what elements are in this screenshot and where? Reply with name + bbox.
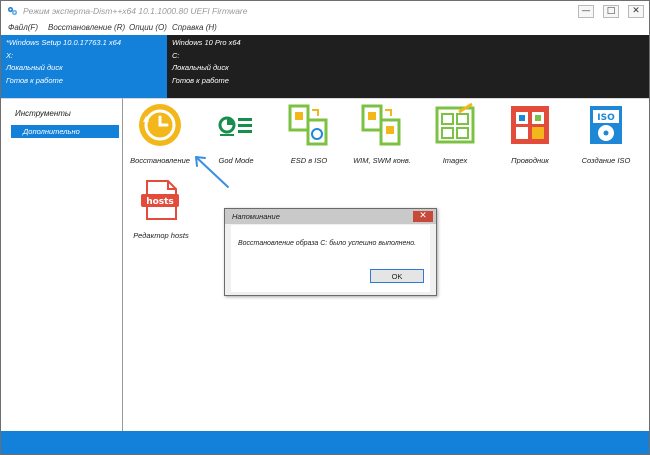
sidebar-header-tools[interactable]: Инструменты <box>15 109 71 118</box>
tool-label: ESD в ISO <box>290 156 328 165</box>
image-panel-win10[interactable]: Windows 10 Pro x64 C: Локальный диск Гот… <box>167 35 649 98</box>
main-window: Режим эксперта-Dism++x64 10.1.1000.80 UE… <box>0 0 650 455</box>
dialog-message: Восстановление образа C: было успешно вы… <box>238 240 417 247</box>
iso-icon-text: ISO <box>597 113 615 123</box>
dialog-title-bar[interactable]: Напоминание ✕ <box>225 209 436 224</box>
minimize-button[interactable]: — <box>578 5 594 18</box>
tool-label: Создание ISO <box>581 156 631 165</box>
dialog-body: Восстановление образа C: было успешно вы… <box>231 225 430 292</box>
dialog-close-button[interactable]: ✕ <box>413 211 433 222</box>
hosts-file-icon: hosts <box>141 180 179 220</box>
tool-label: Imagex <box>442 156 468 165</box>
tool-restore[interactable]: Восстановление <box>127 102 193 165</box>
menu-bar: Файл(F) Восстановление (R) Опции (O) Спр… <box>1 21 649 35</box>
tool-imagex[interactable]: Imagex <box>422 102 488 165</box>
close-button[interactable]: ✕ <box>628 5 644 18</box>
maximize-button[interactable]: □ <box>603 5 619 18</box>
menu-recovery[interactable]: Восстановление (R) <box>48 23 125 32</box>
image-type: Локальный диск <box>6 63 63 72</box>
title-bar[interactable]: Режим эксперта-Dism++x64 10.1.1000.80 UE… <box>1 1 649 21</box>
god-mode-icon <box>218 116 252 136</box>
tool-hosts-editor[interactable]: hosts Редактор hosts <box>128 177 194 240</box>
image-panel-setup[interactable]: *Windows Setup 10.0.17763.1 x64 X: Локал… <box>1 35 167 98</box>
app-gear-icon <box>7 6 18 16</box>
create-iso-icon: ISO <box>590 106 622 144</box>
wim-swm-icon <box>361 104 401 146</box>
image-name: *Windows Setup 10.0.17763.1 x64 <box>6 38 122 47</box>
tool-wim-swm[interactable]: WIM, SWM конв. <box>349 102 415 165</box>
image-type: Локальный диск <box>172 63 229 72</box>
menu-options[interactable]: Опции (O) <box>129 23 167 32</box>
menu-file[interactable]: Файл(F) <box>8 23 38 32</box>
tool-create-iso[interactable]: ISO Создание ISO <box>573 102 639 165</box>
menu-help[interactable]: Справка (H) <box>172 23 217 32</box>
esd-to-iso-icon <box>288 104 328 146</box>
tool-label: Проводник <box>511 156 549 165</box>
status-bar <box>1 431 649 454</box>
sidebar-item-advanced[interactable]: Дополнительно <box>11 125 119 138</box>
image-status: Готов к работе <box>6 75 63 85</box>
tool-label: Восстановление <box>130 156 190 165</box>
image-drive: X: <box>6 50 14 60</box>
annotation-arrow-icon <box>195 156 229 188</box>
hosts-icon-text: hosts <box>146 197 174 207</box>
tool-label: Редактор hosts <box>133 231 189 240</box>
dialog-title: Напоминание <box>232 212 280 221</box>
image-name: Windows 10 Pro x64 <box>172 38 241 47</box>
image-status: Готов к работе <box>172 75 229 85</box>
restore-clock-icon <box>139 104 181 146</box>
imagex-icon <box>435 102 475 144</box>
reminder-dialog: Напоминание ✕ Восстановление образа C: б… <box>224 208 437 296</box>
sidebar: Инструменты Дополнительно <box>1 98 123 432</box>
window-title: Режим эксперта-Dism++x64 10.1.1000.80 UE… <box>23 6 248 16</box>
explorer-icon <box>511 106 549 144</box>
image-drive: C: <box>172 50 180 60</box>
tool-explorer[interactable]: Проводник <box>497 102 563 165</box>
tool-label: WIM, SWM конв. <box>353 156 411 165</box>
ok-button[interactable]: OK <box>370 269 424 283</box>
tool-esd-to-iso[interactable]: ESD в ISO <box>276 102 342 165</box>
